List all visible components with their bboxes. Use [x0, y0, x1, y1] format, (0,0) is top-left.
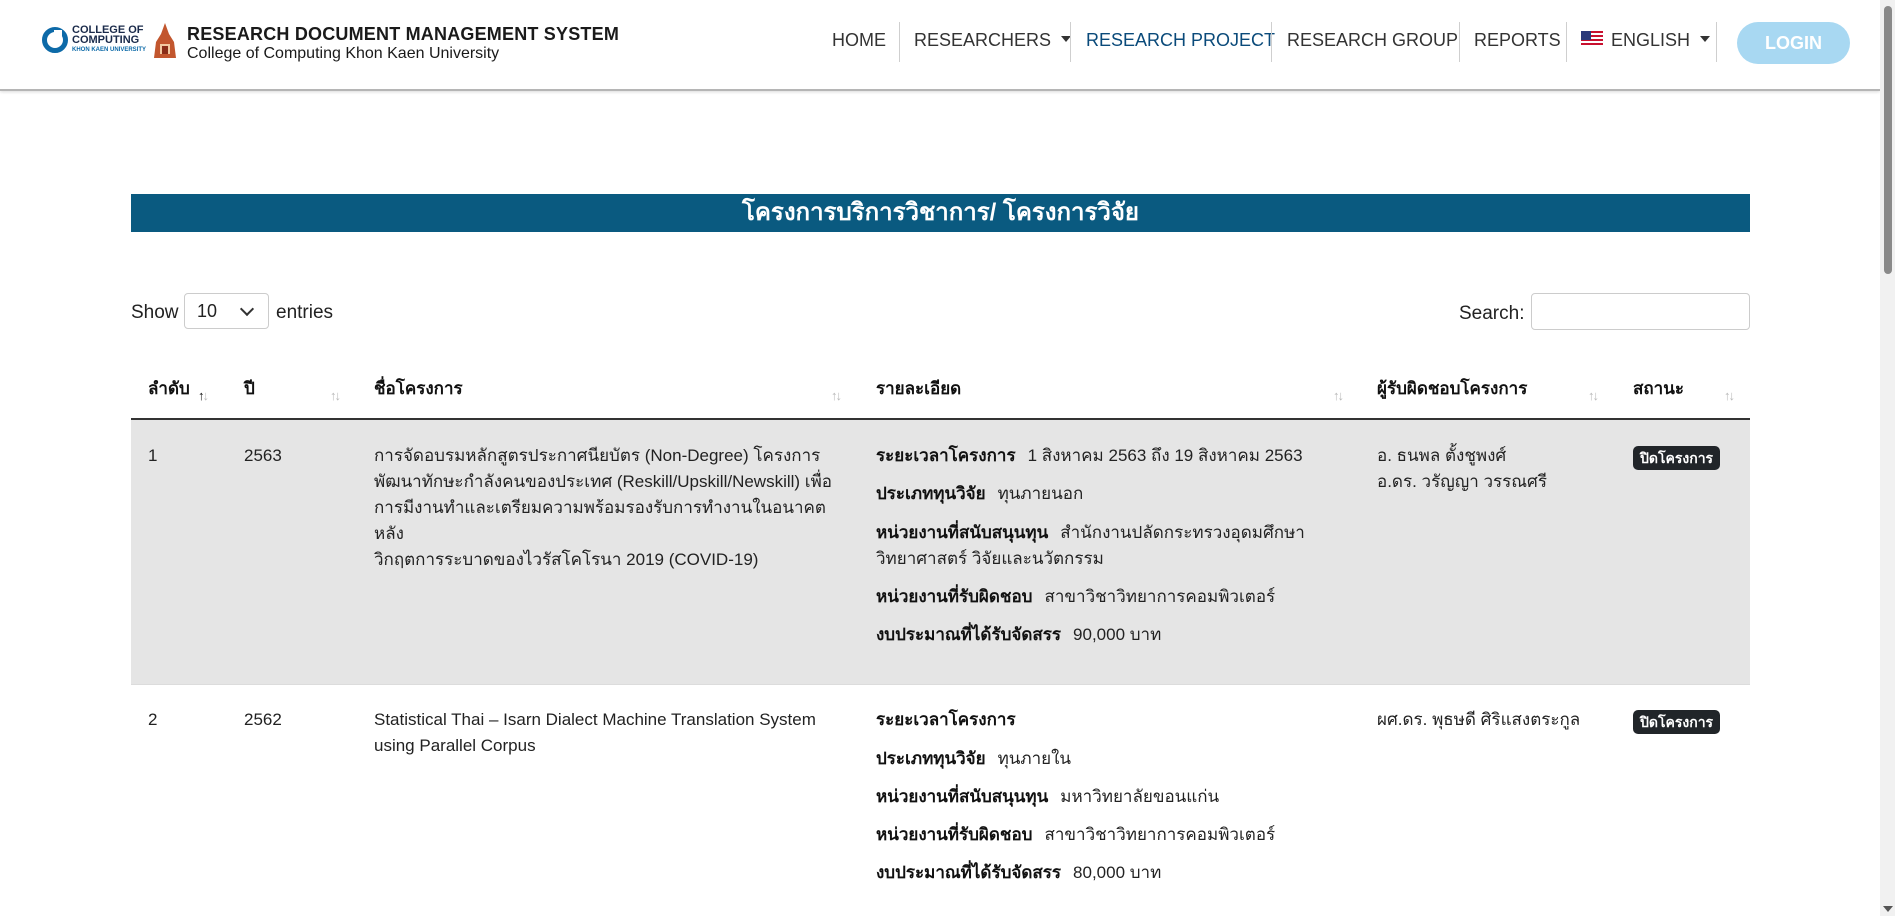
row-divider: [131, 684, 1750, 685]
nav-research-group[interactable]: RESEARCH GROUP: [1287, 30, 1458, 51]
column-header-no[interactable]: ลำดับ: [148, 375, 190, 402]
column-header-project-name[interactable]: ชื่อโครงการ: [374, 375, 463, 402]
column-header-status[interactable]: สถานะ: [1633, 375, 1684, 402]
us-flag-icon: [1581, 31, 1603, 48]
detail-fund-type: ประเภททุนวิจัย ทุนภายใน: [876, 749, 1072, 768]
row-year: 2562: [244, 710, 282, 729]
row-year: 2563: [244, 446, 282, 465]
detail-budget: งบประมาณที่ได้รับจัดสรร 80,000 บาท: [876, 863, 1162, 882]
entries-label: entries: [276, 302, 334, 323]
nav-home[interactable]: HOME: [832, 30, 886, 51]
detail-fund-type: ประเภททุนวิจัย ทุนภายนอก: [876, 484, 1084, 503]
entries-per-page-select[interactable]: 10: [184, 293, 269, 329]
detail-budget: งบประมาณที่ได้รับจัดสรร 90,000 บาท: [876, 625, 1162, 644]
nav-research-project[interactable]: RESEARCH PROJECT: [1086, 30, 1275, 51]
sort-icon[interactable]: ↑↓: [1588, 388, 1599, 403]
language-label: ENGLISH: [1611, 30, 1691, 50]
detail-responsible-unit: หน่วยงานที่รับผิดชอบ สาขาวิชาวิทยาการคอมพ…: [876, 825, 1276, 844]
nav-divider: [899, 22, 900, 62]
show-label: Show: [131, 302, 179, 323]
project-name: Statistical Thai – Isarn Dialect Machine…: [374, 710, 816, 755]
responsible-people: อ. ธนพล ตั้งชูพงศ์ อ.ดร. วรัญญา วรรณศรี: [1377, 446, 1547, 491]
search-input[interactable]: [1531, 293, 1750, 330]
sort-icon[interactable]: ↑↓: [1333, 388, 1344, 403]
language-selector[interactable]: ENGLISH: [1581, 30, 1711, 51]
sort-icon[interactable]: ↑↓: [1724, 388, 1735, 403]
scroll-down-arrow-icon[interactable]: [1883, 906, 1893, 912]
sort-icon[interactable]: ↑↓: [831, 388, 842, 403]
row-no: 1: [148, 446, 158, 465]
logo-text-3: KHON KAEN UNIVERSITY: [72, 47, 147, 53]
nav-reports[interactable]: REPORTS: [1474, 30, 1561, 51]
nav-researchers-label: RESEARCHERS: [914, 30, 1052, 50]
nav-divider: [1566, 22, 1567, 62]
scrollbar-thumb[interactable]: [1884, 6, 1892, 274]
detail-sponsor: หน่วยงานที่สนับสนุนทุน มหาวิทยาลัยขอนแก่น: [876, 787, 1220, 806]
site-subtitle: College of Computing Khon Kaen Universit…: [187, 45, 500, 62]
search-label: Search:: [1459, 303, 1525, 324]
responsible-people: ผศ.ดร. พุธษดี ศิริแสงตระกูล: [1377, 710, 1581, 729]
nav-researchers[interactable]: RESEARCHERS: [914, 30, 1072, 51]
nav-divider: [1716, 22, 1717, 62]
logo-text-2: COMPUTING: [72, 34, 140, 46]
row-no: 2: [148, 710, 158, 729]
nav-divider: [1271, 22, 1272, 62]
nav-divider: [1459, 22, 1460, 62]
detail-sponsor: หน่วยงานที่สนับสนุนทุน สำนักงานปลัดกระทรว…: [876, 523, 1305, 568]
sort-asc-icon[interactable]: ↑↓: [198, 388, 209, 403]
column-header-responsible[interactable]: ผู้รับผิดชอบโครงการ: [1377, 375, 1527, 402]
detail-period: ระยะเวลาโครงการ 1 สิงหาคม 2563 ถึง 19 สิง…: [876, 446, 1303, 465]
sort-icon[interactable]: ↑↓: [330, 388, 341, 403]
column-header-year[interactable]: ปี: [244, 375, 255, 402]
login-button[interactable]: LOGIN: [1737, 22, 1850, 64]
college-of-computing-logo[interactable]: COLLEGE OF COMPUTING KHON KAEN UNIVERSIT…: [42, 25, 146, 55]
project-name: การจัดอบรมหลักสูตรประกาศนียบัตร (Non-Deg…: [374, 446, 833, 569]
top-navbar: COLLEGE OF COMPUTING KHON KAEN UNIVERSIT…: [0, 0, 1880, 91]
kku-emblem-icon: [154, 23, 176, 58]
detail-responsible-unit: หน่วยงานที่รับผิดชอบ สาขาวิชาวิทยาการคอมพ…: [876, 587, 1276, 606]
cc-logo-icon: [42, 27, 68, 53]
page-title: โครงการบริการวิชาการ/ โครงการวิจัย: [131, 194, 1750, 232]
entries-value: 10: [197, 301, 218, 321]
status-badge: ปิดโครงการ: [1633, 710, 1721, 734]
chevron-down-icon: [1700, 36, 1711, 43]
status-badge: ปิดโครงการ: [1633, 446, 1721, 470]
chevron-down-icon: [239, 301, 255, 317]
detail-period: ระยะเวลาโครงการ: [876, 710, 1016, 729]
site-title[interactable]: RESEARCH DOCUMENT MANAGEMENT SYSTEM: [187, 24, 619, 45]
column-header-details[interactable]: รายละเอียด: [876, 375, 961, 402]
nav-divider: [1070, 22, 1071, 62]
